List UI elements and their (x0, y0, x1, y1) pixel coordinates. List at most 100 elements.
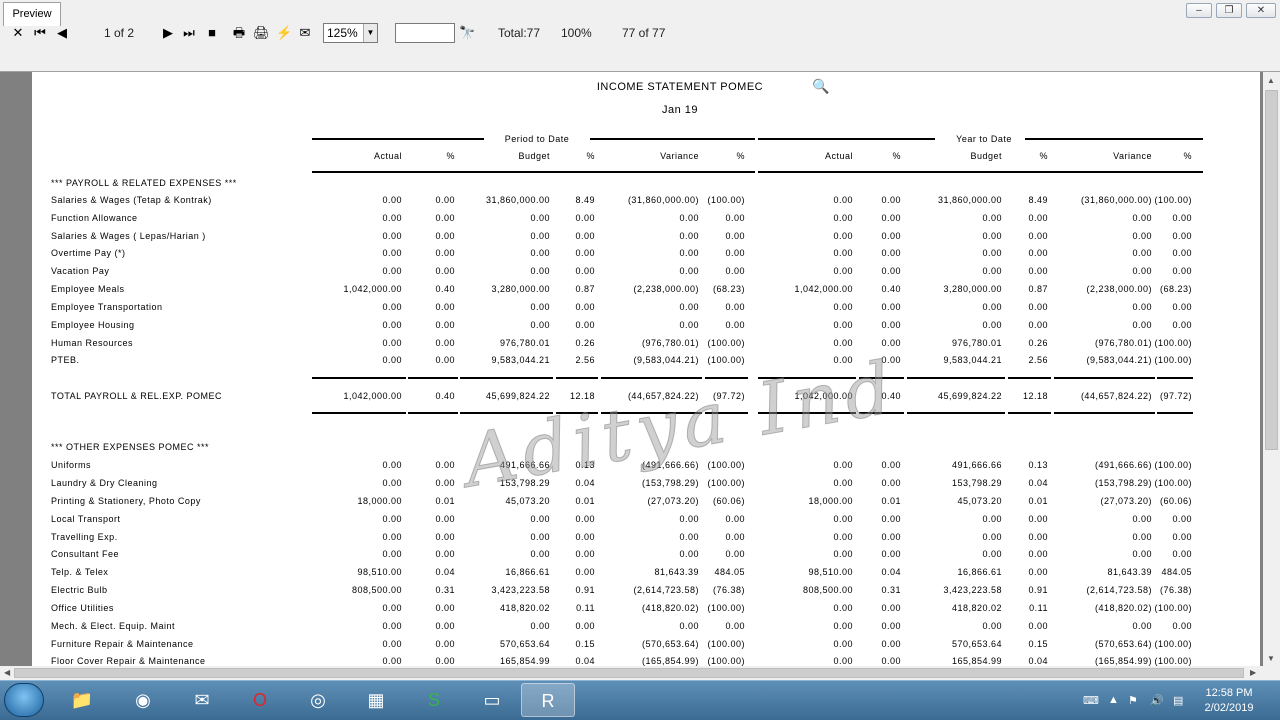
total-line-top (1054, 377, 1155, 379)
value-cell: 0.00 (1172, 266, 1192, 276)
total-line-bottom (408, 412, 458, 414)
horizontal-scroll-thumb[interactable] (14, 668, 1244, 678)
value-cell: 0.04 (1028, 478, 1048, 488)
group-header-year-to-date: Year to Date (956, 134, 1012, 144)
value-cell: (100.00) (1154, 355, 1192, 365)
value-cell: 0.00 (725, 266, 745, 276)
value-cell: 0.15 (1028, 639, 1048, 649)
row-label: Employee Transportation (51, 302, 163, 312)
row-label: Employee Housing (51, 320, 135, 330)
value-cell: 0.00 (575, 549, 595, 559)
scroll-down-icon[interactable]: ▼ (1267, 654, 1275, 663)
next-page-icon[interactable]: ▶ (160, 25, 176, 41)
total-line-top (460, 377, 553, 379)
tab-preview[interactable]: Preview (3, 2, 61, 26)
previous-page-icon[interactable]: ◀ (54, 25, 70, 41)
first-page-icon[interactable]: ⏮ (32, 25, 48, 41)
value-cell: 0.00 (575, 213, 595, 223)
row-label: Salaries & Wages ( Lepas/Harian ) (51, 231, 206, 241)
value-cell: 0.00 (1028, 302, 1048, 312)
value-cell: 0.00 (1172, 549, 1192, 559)
value-cell: (100.00) (707, 460, 745, 470)
maximize-button[interactable]: ❐ (1216, 3, 1242, 18)
value-cell: 0.00 (725, 231, 745, 241)
row-label: Employee Meals (51, 284, 125, 294)
row-label: Human Resources (51, 338, 134, 348)
group-header-period-to-date: Period to Date (504, 134, 570, 144)
row-label: Function Allowance (51, 213, 138, 223)
stop-icon[interactable]: ■ (204, 25, 220, 41)
vertical-scroll-thumb[interactable] (1265, 90, 1278, 450)
file-explorer-icon[interactable]: 📁 (55, 683, 109, 717)
total-line-bottom (705, 412, 748, 414)
print-setup-icon[interactable]: 🖨 (253, 25, 270, 41)
group-line (590, 138, 755, 140)
value-cell: 0.00 (575, 567, 595, 577)
value-cell: (100.00) (707, 355, 745, 365)
row-label: Uniforms (51, 460, 92, 470)
clock[interactable]: 12:58 PM 2/02/2019 (1196, 686, 1262, 716)
group-line (1025, 138, 1203, 140)
value-cell: 0.04 (1028, 656, 1048, 666)
calculator-icon[interactable]: ▦ (349, 683, 403, 717)
magnifier-icon[interactable]: 🔍 (812, 79, 830, 93)
refresh-icon[interactable]: ⚡ (276, 25, 292, 41)
value-cell: 0.00 (575, 266, 595, 276)
value-cell: (60.06) (1159, 496, 1192, 506)
minimize-button[interactable]: – (1186, 3, 1212, 18)
scroll-right-icon[interactable]: ▶ (1250, 668, 1256, 677)
volume-icon[interactable]: 🔊 (1150, 694, 1164, 707)
export-icon[interactable]: ✉ (297, 25, 313, 41)
value-cell: (100.00) (707, 656, 745, 666)
close-report-icon[interactable]: ✕ (10, 25, 26, 41)
start-button[interactable] (4, 683, 44, 717)
value-cell: 0.00 (1028, 532, 1048, 542)
chrome-icon[interactable]: ◉ (116, 683, 170, 717)
value-cell: (68.23) (712, 284, 745, 294)
row-label: Vacation Pay (51, 266, 110, 276)
show-hidden-icons-icon[interactable]: ▲ (1108, 694, 1119, 706)
total-line-bottom (556, 412, 598, 414)
binoculars-search-icon[interactable]: 🔭 (459, 25, 475, 41)
chevron-down-icon[interactable]: ▼ (363, 24, 377, 42)
opera-icon[interactable]: O (233, 683, 287, 717)
search-input[interactable] (395, 23, 455, 43)
value-cell: 0.04 (575, 478, 595, 488)
last-page-icon[interactable]: ⏭ (181, 25, 197, 41)
value-cell: (100.00) (707, 338, 745, 348)
row-label: Electric Bulb (51, 585, 108, 595)
value-cell: (100.00) (1154, 460, 1192, 470)
value-cell: (100.00) (1154, 338, 1192, 348)
value-cell: 12.18 (569, 391, 595, 401)
group-line (758, 138, 935, 140)
total-line-top (758, 377, 856, 379)
value-cell: 0.91 (575, 585, 595, 595)
section-heading: *** OTHER EXPENSES POMEC *** (51, 442, 210, 452)
window-titlebar (0, 0, 1280, 20)
row-label: Furniture Repair & Maintenance (51, 639, 194, 649)
scroll-up-icon[interactable]: ▲ (1267, 76, 1275, 85)
group-line (312, 138, 484, 140)
header-underline (758, 171, 1203, 173)
close-button[interactable]: ✕ (1246, 3, 1276, 18)
value-cell: 0.00 (1028, 549, 1048, 559)
print-icon[interactable]: 🖶 (231, 25, 247, 41)
record-count-label: 77 of 77 (622, 26, 666, 40)
total-line-bottom (859, 412, 904, 414)
scroll-left-icon[interactable]: ◀ (4, 668, 10, 677)
row-label: Office Utilities (51, 603, 114, 613)
window-app-icon[interactable]: ▭ (465, 683, 519, 717)
total-line-bottom (1054, 412, 1155, 414)
value-cell: (76.38) (1159, 585, 1192, 595)
spreadsheet-icon[interactable]: S (407, 683, 461, 717)
value-cell: 0.00 (725, 213, 745, 223)
keyboard-icon[interactable]: ⌨ (1083, 694, 1099, 707)
zoom-select[interactable]: 125% ▼ (323, 23, 378, 43)
browser-app-icon[interactable]: ◎ (291, 683, 345, 717)
network-icon[interactable]: ▤ (1173, 694, 1183, 707)
thunderbird-icon[interactable]: ✉ (175, 683, 229, 717)
value-cell: 0.11 (576, 603, 595, 613)
flag-icon[interactable]: ⚑ (1128, 694, 1138, 707)
total-line-bottom (758, 412, 856, 414)
report-app-icon[interactable]: R (521, 683, 575, 717)
